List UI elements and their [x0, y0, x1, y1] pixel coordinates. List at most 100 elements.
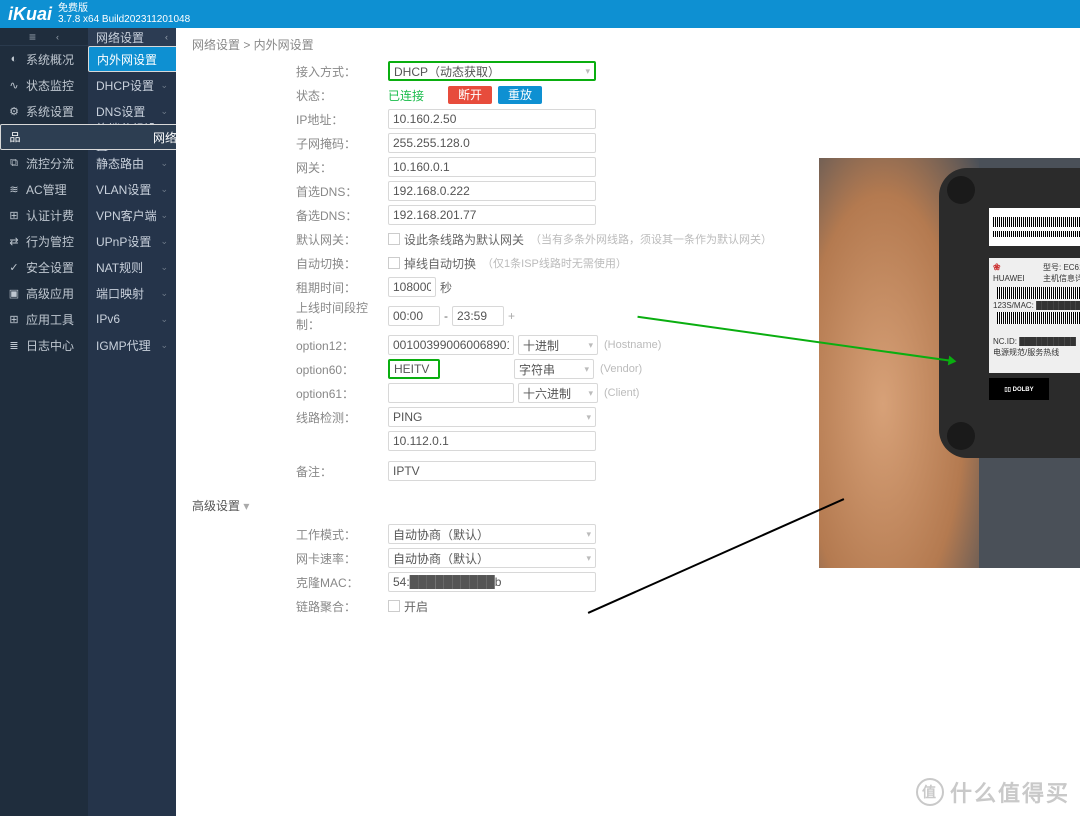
- default-gateway-checkbox[interactable]: [388, 233, 400, 245]
- nav-icon: ⊞: [6, 209, 22, 222]
- nav-label: IPv6: [96, 312, 120, 326]
- nav-label: 行为管控: [26, 233, 74, 250]
- time-from-input[interactable]: [388, 306, 440, 326]
- opt61-hint: (Client): [604, 387, 639, 399]
- nav-label: 应用工具: [26, 311, 74, 328]
- primary-nav-item[interactable]: ≋ AC管理: [0, 176, 88, 202]
- opt60-hint: (Vendor): [600, 363, 642, 375]
- mask-input[interactable]: [388, 133, 596, 153]
- primary-nav-item[interactable]: ⊞应用工具: [0, 306, 88, 332]
- secondary-nav-item[interactable]: IPv6 ⌄: [88, 306, 176, 332]
- secondary-nav-item[interactable]: IGMP代理⌄: [88, 332, 176, 358]
- access-mode-select[interactable]: DHCP（动态获取）▾: [388, 61, 596, 81]
- chevron-down-icon: ⌄: [160, 80, 168, 91]
- dns2-input[interactable]: [388, 205, 596, 225]
- nav-label: 日志中心: [26, 337, 74, 354]
- opt12-type-select[interactable]: 十进制▾: [518, 335, 598, 355]
- line-detect-select[interactable]: PING▾: [388, 407, 596, 427]
- primary-nav-item[interactable]: ⧉ 流控分流: [0, 150, 88, 176]
- clone-mac-input[interactable]: [388, 572, 596, 592]
- opt60-type-select[interactable]: 字符串▾: [514, 359, 594, 379]
- label-opt12: option12：: [296, 337, 388, 354]
- lease-input[interactable]: [388, 277, 436, 297]
- link-agg-cb-label: 开启: [404, 598, 428, 615]
- line-detect-ip-input[interactable]: [388, 431, 596, 451]
- secondary-nav-item[interactable]: DHCP设置 ⌄: [88, 72, 176, 98]
- label-access-mode: 接入方式：: [296, 63, 388, 80]
- chevron-down-icon: ⌄: [160, 184, 168, 195]
- content-area: 网络设置 > 内外网设置 接入方式： DHCP（动态获取）▾ 状态： 已连接 断…: [176, 28, 1080, 816]
- nav-label: 安全设置: [26, 259, 74, 276]
- chevron-down-icon: ⌄: [160, 236, 168, 247]
- ip-input[interactable]: [388, 109, 596, 129]
- primary-nav-item[interactable]: ⚙ 系统设置: [0, 98, 88, 124]
- primary-nav-item[interactable]: ⇄ 行为管控: [0, 228, 88, 254]
- brand-logo: iKuai: [8, 4, 52, 25]
- huawei-logo: ❀: [993, 262, 1037, 273]
- label-dns1: 首选DNS：: [296, 183, 388, 200]
- secondary-nav-item[interactable]: 静态路由⌄: [88, 150, 176, 176]
- secondary-nav-item[interactable]: 端口映射⌄: [88, 280, 176, 306]
- nav-label: UPnP设置: [96, 233, 151, 250]
- label-link-agg: 链路聚合：: [296, 598, 388, 615]
- label-ip: IP地址：: [296, 111, 388, 128]
- nav-icon: ⧉: [6, 157, 22, 170]
- opt61-type-select[interactable]: 十六进制▾: [518, 383, 598, 403]
- primary-nav-item[interactable]: ✓安全设置: [0, 254, 88, 280]
- auto-switch-checkbox[interactable]: [388, 257, 400, 269]
- nav-label: 状态监控: [26, 77, 74, 94]
- chevron-down-icon: ⌄: [160, 314, 168, 325]
- label-nic-speed: 网卡速率：: [296, 550, 388, 567]
- label-dns2: 备选DNS：: [296, 207, 388, 224]
- primary-nav-item[interactable]: ◐系统概况: [0, 46, 88, 72]
- nav-label: 高级应用: [26, 285, 74, 302]
- nav-label: 内外网设置: [97, 51, 157, 68]
- nav-icon: ◐: [6, 53, 22, 65]
- chevron-down-icon: ⌄: [160, 106, 168, 117]
- menu-toggle-icon[interactable]: ≡ ‹: [0, 28, 88, 46]
- label-gateway: 网关：: [296, 159, 388, 176]
- secondary-nav-item[interactable]: VLAN设置⌄: [88, 176, 176, 202]
- nav-icon: ∿: [6, 79, 22, 92]
- nav-label: DHCP设置: [96, 77, 154, 94]
- nav-icon: ⚙: [6, 105, 22, 118]
- secondary-nav-item[interactable]: VPN客户端⌄: [88, 202, 176, 228]
- nav-icon: ≋: [6, 183, 22, 196]
- secondary-nav-item[interactable]: NAT规则⌄: [88, 254, 176, 280]
- breadcrumb: 网络设置 > 内外网设置: [192, 36, 1064, 53]
- work-mode-select[interactable]: 自动协商（默认）▾: [388, 524, 596, 544]
- chevron-down-icon: ⌄: [160, 288, 168, 299]
- nav-label: 系统设置: [26, 103, 74, 120]
- nav-icon: 品: [7, 129, 23, 145]
- nav-label: DNS设置: [96, 103, 145, 120]
- dns1-input[interactable]: [388, 181, 596, 201]
- opt12-hint: (Hostname): [604, 339, 661, 351]
- chevron-down-icon: ▾: [585, 66, 590, 77]
- gateway-input[interactable]: [388, 157, 596, 177]
- nav-label: 流控分流: [26, 155, 74, 172]
- default-gateway-cb-label: 设此条线路为默认网关: [404, 231, 524, 248]
- brand-version: 免费版3.7.8 x64 Build202311201048: [58, 3, 190, 25]
- secondary-nav-item[interactable]: UPnP设置 ⌄: [88, 228, 176, 254]
- label-time-ctrl: 上线时间段控制：: [296, 299, 388, 333]
- opt12-input[interactable]: [388, 335, 514, 355]
- remark-input[interactable]: [388, 461, 596, 481]
- time-to-input[interactable]: [452, 306, 504, 326]
- primary-nav-item[interactable]: ≣日志中心: [0, 332, 88, 358]
- auto-switch-cb-label: 掉线自动切换: [404, 255, 476, 272]
- label-opt60: option60：: [296, 361, 388, 378]
- primary-nav-item[interactable]: ∿ 状态监控: [0, 72, 88, 98]
- renew-button[interactable]: 重放: [498, 86, 542, 104]
- default-gateway-hint: （当有多条外网线路，须设其一条作为默认网关）: [530, 231, 772, 247]
- primary-nav-item[interactable]: ⊞认证计费: [0, 202, 88, 228]
- dolby-logo: ▯▯ DOLBY: [989, 378, 1049, 400]
- nav-label: AC管理: [26, 181, 67, 198]
- disconnect-button[interactable]: 断开: [448, 86, 492, 104]
- primary-nav-item[interactable]: ▣高级应用: [0, 280, 88, 306]
- label-clone-mac: 克隆MAC：: [296, 574, 388, 591]
- opt60-input[interactable]: [388, 359, 440, 379]
- opt61-input[interactable]: [388, 383, 514, 403]
- nic-speed-select[interactable]: 自动协商（默认）▾: [388, 548, 596, 568]
- link-agg-checkbox[interactable]: [388, 600, 400, 612]
- nav-icon: ⇄: [6, 235, 22, 248]
